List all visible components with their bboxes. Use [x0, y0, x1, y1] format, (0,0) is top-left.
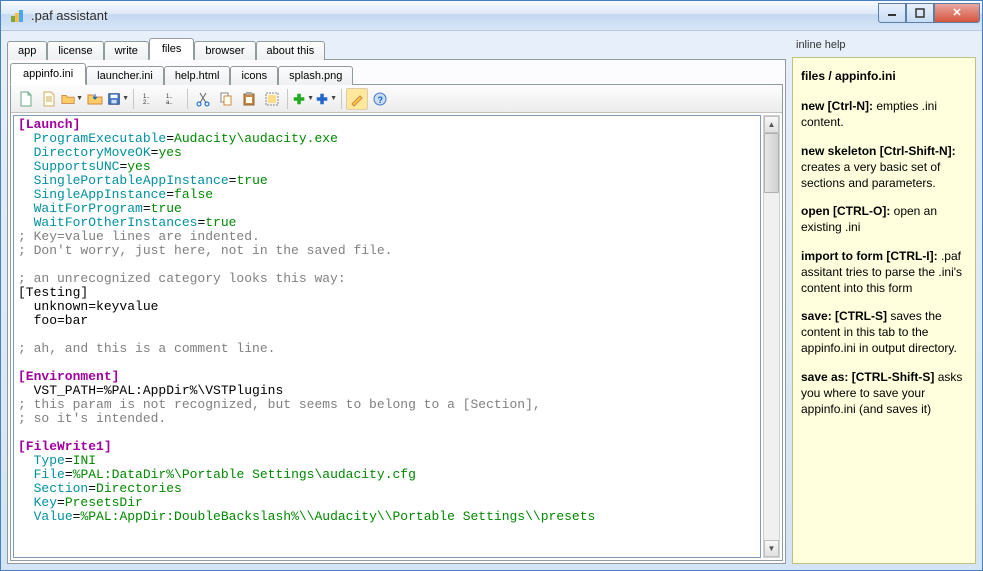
- file-tab-splash-png[interactable]: splash.png: [278, 66, 353, 85]
- close-button[interactable]: ✕: [934, 3, 980, 23]
- help-item: new [Ctrl-N]: empties .ini content.: [801, 98, 967, 130]
- help-item: new skeleton [Ctrl-Shift-N]: creates a v…: [801, 143, 967, 192]
- separator: [287, 89, 288, 109]
- svg-text:2..: 2..: [143, 100, 150, 106]
- main-tab-about-this[interactable]: about this: [256, 41, 326, 60]
- scroll-track[interactable]: [764, 133, 779, 540]
- code-editor[interactable]: [Launch] ProgramExecutable=Audacity\auda…: [13, 115, 761, 558]
- file-tab-launcher-ini[interactable]: launcher.ini: [86, 66, 164, 85]
- main-tab-write[interactable]: write: [104, 41, 149, 60]
- separator: [187, 89, 188, 109]
- app-window: .paf assistant ✕ applicensewritefilesbro…: [0, 0, 983, 571]
- file-tab-icons[interactable]: icons: [230, 66, 278, 85]
- file-tab-content: ▼ ▼ 1..2.. 1..a.. ▼ ▼: [10, 84, 783, 561]
- vertical-scrollbar[interactable]: ▲ ▼: [763, 115, 780, 558]
- format1-button[interactable]: 1..2..: [138, 88, 160, 110]
- help-item: open [CTRL-O]: open an existing .ini: [801, 203, 967, 235]
- minimize-button[interactable]: [878, 3, 906, 23]
- scroll-down-button[interactable]: ▼: [764, 540, 779, 557]
- highlight-button[interactable]: [346, 88, 368, 110]
- help-panel: inline help files / appinfo.ini new [Ctr…: [792, 37, 976, 564]
- main-tab-license[interactable]: license: [47, 41, 103, 60]
- help-title: files / appinfo.ini: [801, 68, 967, 84]
- help-body: files / appinfo.ini new [Ctrl-N]: emptie…: [792, 57, 976, 564]
- main-tab-files[interactable]: files: [149, 38, 195, 60]
- main-tab-browser[interactable]: browser: [194, 41, 255, 60]
- new-file-button[interactable]: [15, 88, 37, 110]
- select-all-button[interactable]: [261, 88, 283, 110]
- help-header: inline help: [792, 37, 976, 57]
- editor-toolbar: ▼ ▼ 1..2.. 1..a.. ▼ ▼: [11, 85, 782, 113]
- paste-button[interactable]: [238, 88, 260, 110]
- file-tabs: appinfo.inilauncher.inihelp.htmliconsspl…: [10, 62, 783, 84]
- help-item: save as: [CTRL-Shift-S] asks you where t…: [801, 369, 967, 418]
- main-panel: applicensewritefilesbrowserabout this ap…: [7, 37, 786, 564]
- separator: [341, 89, 342, 109]
- svg-text:?: ?: [378, 95, 384, 105]
- window-controls: ✕: [878, 3, 980, 23]
- scroll-thumb[interactable]: [764, 133, 779, 193]
- save-button[interactable]: ▼: [107, 88, 129, 110]
- maximize-button[interactable]: [906, 3, 934, 23]
- main-tab-content: appinfo.inilauncher.inihelp.htmliconsspl…: [7, 59, 786, 564]
- titlebar: .paf assistant ✕: [1, 1, 982, 31]
- add-green-button[interactable]: ▼: [292, 88, 314, 110]
- help-item: save: [CTRL-S] saves the content in this…: [801, 308, 967, 357]
- help-item: import to form [CTRL-I]: .paf assitant t…: [801, 248, 967, 297]
- separator: [133, 89, 134, 109]
- window-title: .paf assistant: [31, 8, 878, 23]
- format2-button[interactable]: 1..a..: [161, 88, 183, 110]
- main-tab-app[interactable]: app: [7, 41, 47, 60]
- import-button[interactable]: [84, 88, 106, 110]
- editor-wrap: [Launch] ProgramExecutable=Audacity\auda…: [11, 113, 782, 560]
- help-button[interactable]: ?: [369, 88, 391, 110]
- copy-button[interactable]: [215, 88, 237, 110]
- svg-text:a..: a..: [166, 100, 173, 106]
- new-skeleton-button[interactable]: [38, 88, 60, 110]
- cut-button[interactable]: [192, 88, 214, 110]
- add-blue-button[interactable]: ▼: [315, 88, 337, 110]
- content-area: applicensewritefilesbrowserabout this ap…: [1, 31, 982, 570]
- file-tab-appinfo-ini[interactable]: appinfo.ini: [10, 63, 86, 85]
- app-icon: [9, 8, 25, 24]
- open-button[interactable]: ▼: [61, 88, 83, 110]
- file-tab-help-html[interactable]: help.html: [164, 66, 231, 85]
- main-tabs: applicensewritefilesbrowserabout this: [7, 37, 786, 59]
- scroll-up-button[interactable]: ▲: [764, 116, 779, 133]
